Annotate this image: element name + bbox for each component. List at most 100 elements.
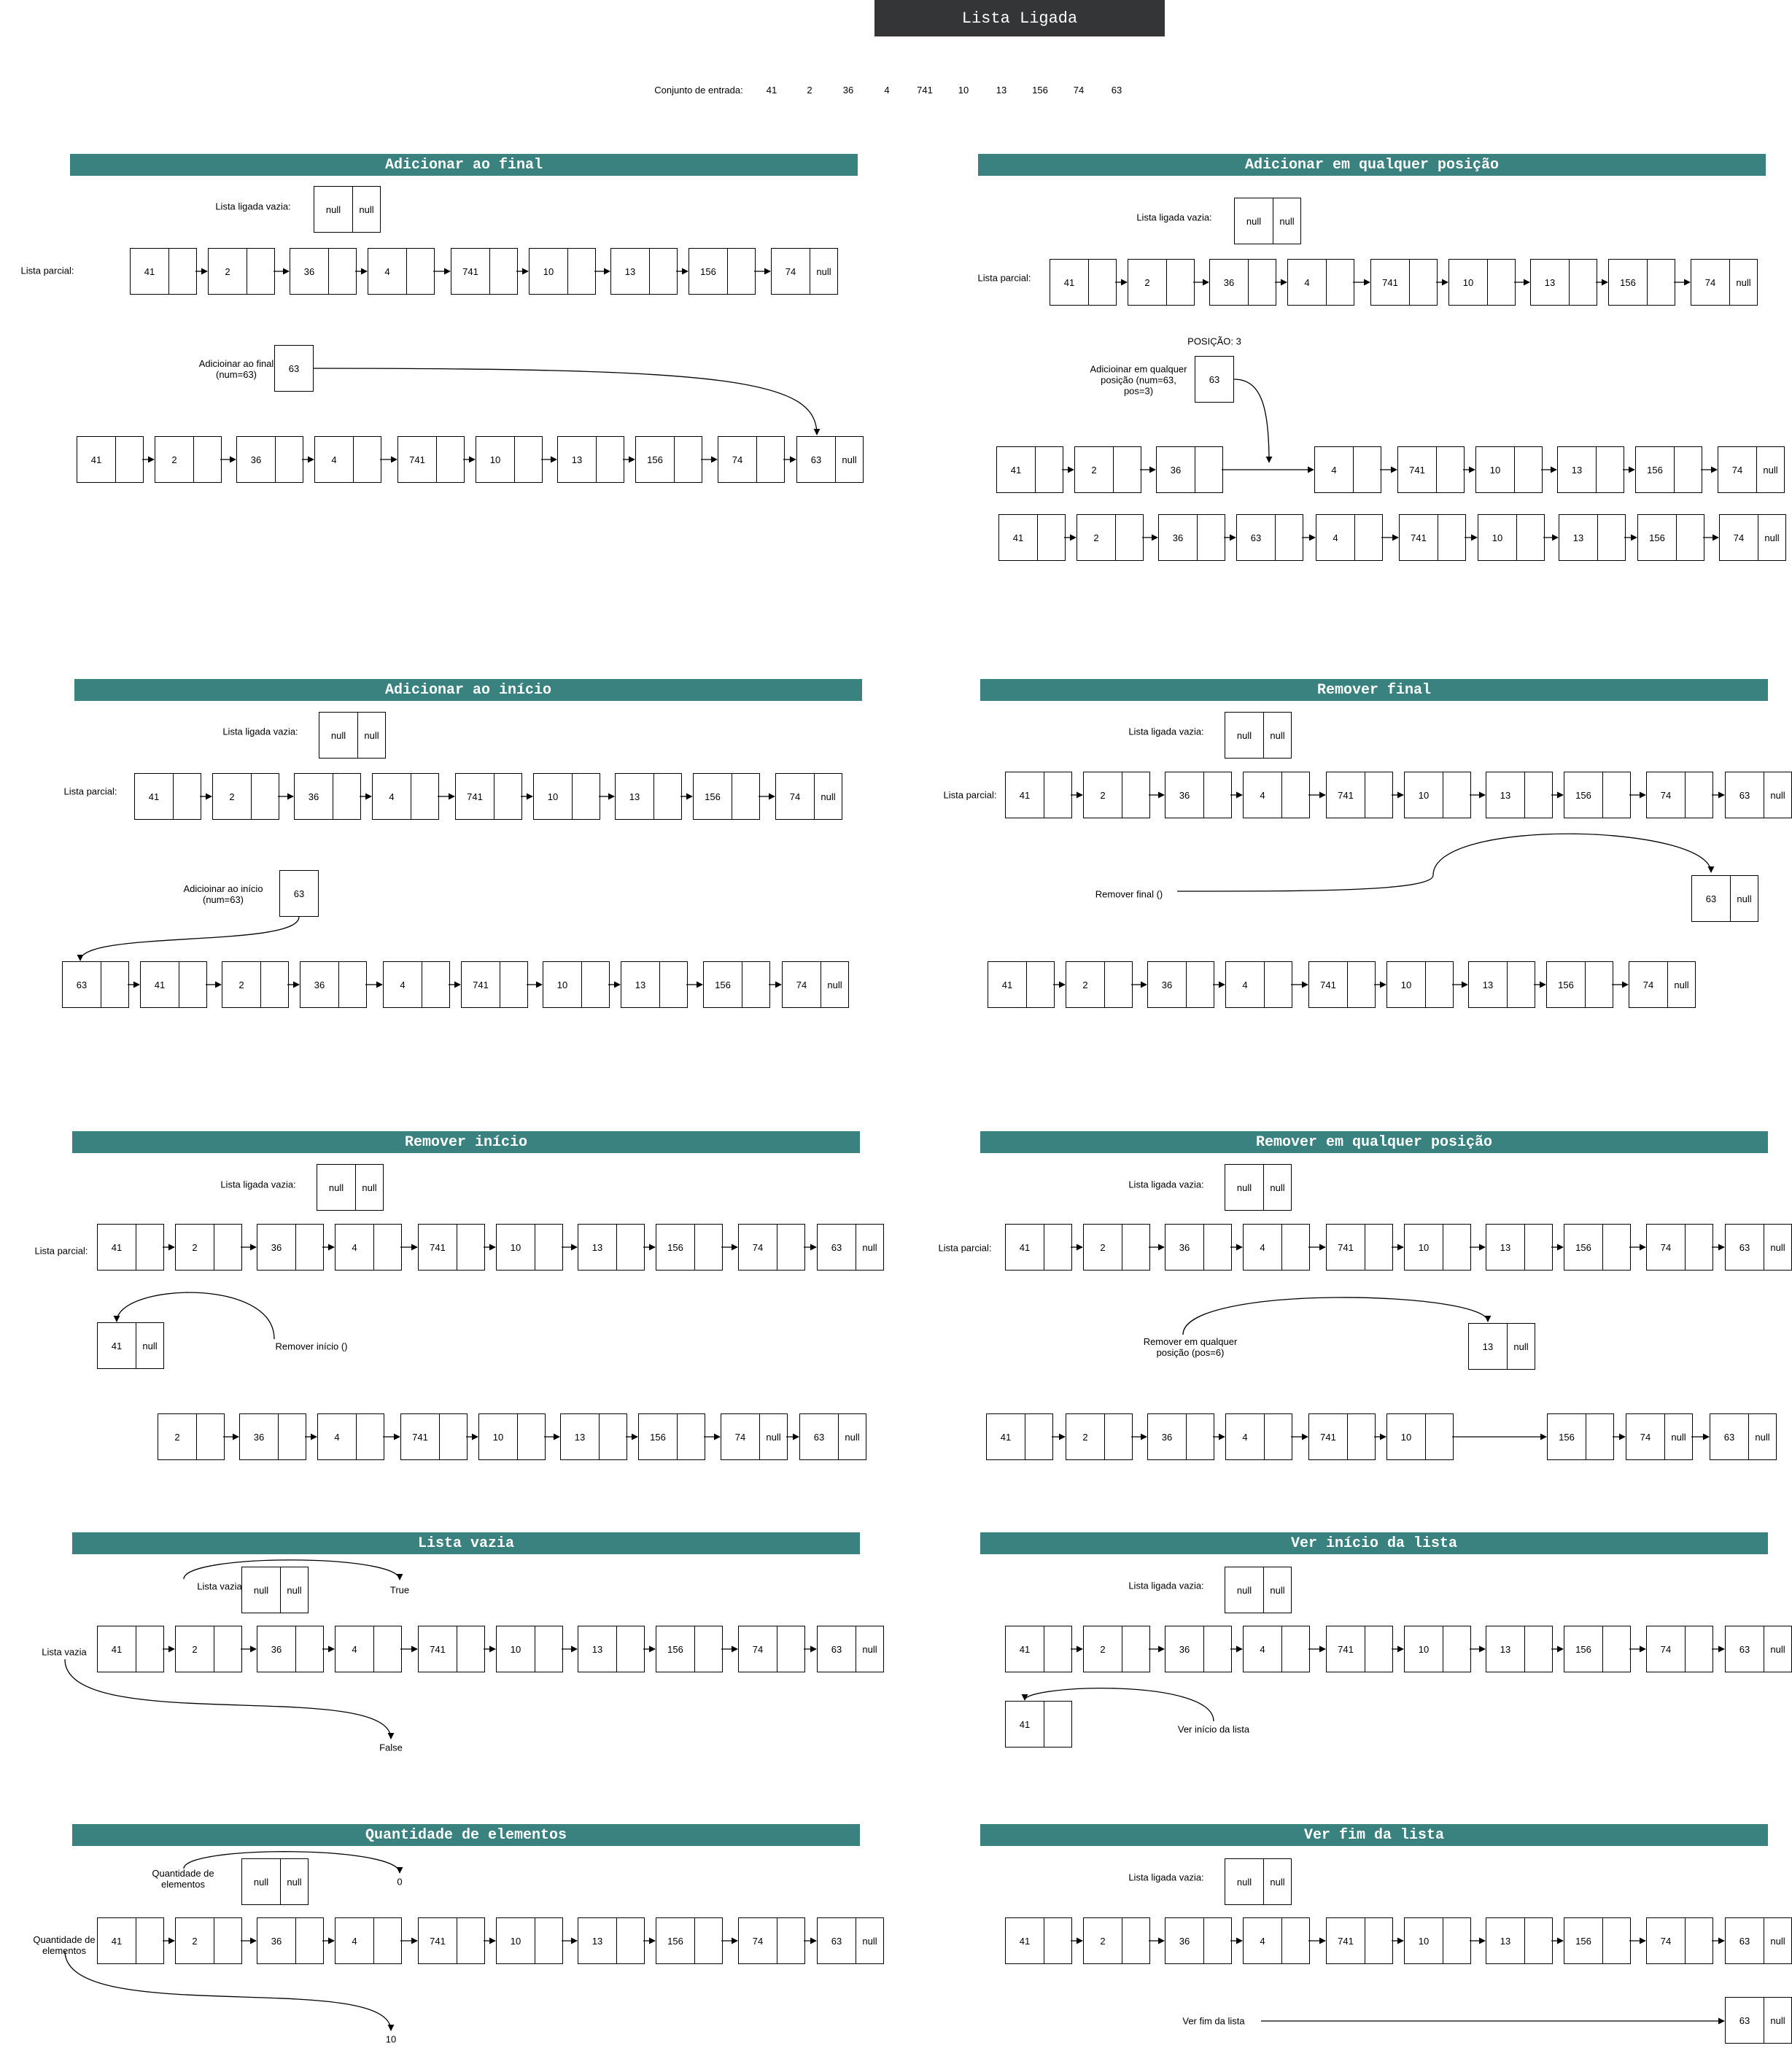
list-node: 2: [1066, 1413, 1133, 1460]
query-label: Quantidade de elementos: [33, 1934, 96, 1956]
node-value: 156: [1649, 532, 1665, 543]
node-pointer: [333, 774, 360, 819]
list-node: 741: [461, 961, 528, 1008]
node-value: 63: [1705, 893, 1717, 904]
node-pointer: [1203, 1918, 1231, 1963]
node-value: 13: [1500, 1935, 1511, 1947]
node-pointer: [1122, 1626, 1149, 1672]
node-pointer: [1035, 447, 1063, 492]
node-pointer: [1203, 1626, 1231, 1672]
list-node: 10: [1386, 961, 1454, 1008]
node-value: 74: [1640, 1431, 1651, 1443]
node-value: 41: [1019, 1241, 1031, 1253]
node-value: 4: [1260, 789, 1265, 801]
list-node: 13: [1530, 259, 1597, 306]
node-value: 63: [293, 888, 305, 899]
position-note: POSIÇÃO: 3: [1187, 335, 1241, 347]
list-node: 2: [1066, 961, 1133, 1008]
empty-list-label: Lista ligada vazia:: [1128, 1871, 1204, 1883]
list-node: 10: [1404, 772, 1471, 818]
list-node: 10: [1478, 514, 1545, 561]
node-value: 741: [430, 1935, 446, 1947]
node-pointer: null: [856, 1918, 883, 1963]
node-pointer: null: [856, 1626, 883, 1672]
node-value: 10: [510, 1935, 521, 1947]
list-node: 156: [656, 1917, 723, 1964]
node-pointer: [1166, 260, 1194, 305]
node-pointer: [1524, 1225, 1552, 1270]
section-header-peek-end: Ver fim da lista: [980, 1824, 1768, 1846]
list-node: 41: [996, 446, 1063, 493]
list-node: 63 null: [1725, 1917, 1792, 1964]
input-value: 10: [958, 85, 969, 96]
list-node: 4: [1225, 961, 1292, 1008]
node-pointer: null: [835, 437, 863, 482]
list-node: 41: [1005, 1917, 1072, 1964]
list-node: 156: [635, 436, 702, 483]
node-pointer: [260, 962, 288, 1007]
node-value: 2: [238, 979, 244, 990]
list-node: 2: [1128, 259, 1195, 306]
node-pointer: [535, 1225, 562, 1270]
node-pointer: [1685, 1918, 1713, 1963]
list-node: null null: [314, 186, 381, 233]
list-node: 63 null: [817, 1917, 884, 1964]
list-node: 41: [988, 961, 1055, 1008]
list-node: 741: [1326, 1224, 1393, 1271]
list-node: 13: [615, 773, 682, 820]
list-node: null null: [319, 712, 386, 759]
list-node: 741: [1326, 1917, 1393, 1964]
list-node: 741: [1326, 1626, 1393, 1672]
node-value: 10: [489, 454, 501, 465]
node-value: 63: [813, 1431, 825, 1443]
node-pointer: [1676, 515, 1704, 560]
list-node: 4: [335, 1626, 402, 1672]
node-pointer: null: [856, 1225, 883, 1270]
list-node: 41 null: [97, 1322, 164, 1369]
new-node: 63: [1195, 356, 1234, 403]
node-pointer: [1674, 447, 1702, 492]
arrow-connector: [1233, 379, 1273, 463]
node-value: 74: [1733, 532, 1745, 543]
empty-list-label: Lista ligada vazia:: [220, 1179, 296, 1190]
node-value: 13: [574, 1431, 586, 1443]
list-node: 13: [1559, 514, 1626, 561]
node-value: null: [1236, 1182, 1252, 1193]
node-value: 63: [1739, 1643, 1750, 1655]
list-node: null null: [1225, 1858, 1292, 1905]
node-pointer: [1425, 1414, 1453, 1459]
node-value: 13: [591, 1241, 603, 1253]
list-node: 63: [1236, 514, 1303, 561]
empty-list-label: Lista ligada vazia:: [1128, 1580, 1204, 1591]
node-pointer: [1264, 962, 1292, 1007]
node-value: 74: [752, 1935, 764, 1947]
node-value: 63: [810, 454, 822, 465]
list-node: 156: [1637, 514, 1704, 561]
list-node: null null: [1225, 712, 1292, 759]
node-pointer: [500, 962, 527, 1007]
node-value: 10: [1418, 1643, 1430, 1655]
node-pointer: [179, 962, 206, 1007]
list-node: 10: [496, 1224, 563, 1271]
input-value: 2: [807, 85, 812, 96]
node-value: null: [253, 1584, 269, 1596]
node-pointer: null: [355, 1165, 383, 1210]
node-pointer: [1044, 1225, 1071, 1270]
list-node: 4: [1243, 1626, 1310, 1672]
node-value: 13: [571, 454, 583, 465]
list-node: 741: [1326, 772, 1393, 818]
node-value: 74: [752, 1241, 764, 1253]
node-value: null: [325, 203, 341, 215]
list-node: 41: [134, 773, 201, 820]
node-value: 41: [111, 1643, 123, 1655]
list-node: 74: [1646, 1224, 1713, 1271]
node-value: 74: [1660, 1241, 1672, 1253]
node-value: 74: [1704, 276, 1716, 288]
node-pointer: null: [1730, 876, 1758, 921]
list-node: 156: [693, 773, 760, 820]
list-node: 10: [1448, 259, 1516, 306]
node-value: 4: [1260, 1935, 1265, 1947]
list-node: 63 null: [1691, 875, 1758, 922]
node-value: 4: [1260, 1643, 1265, 1655]
node-pointer: [1203, 772, 1231, 818]
